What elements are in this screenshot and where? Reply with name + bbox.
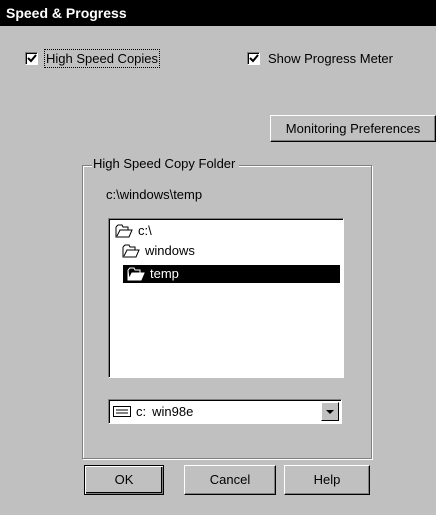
checkbox-box[interactable] [247, 52, 260, 65]
speed-progress-dialog: Speed & Progress High Speed Copies Show … [0, 0, 438, 515]
folder-item-windows[interactable]: windows [122, 242, 195, 260]
show-progress-meter-checkbox[interactable]: Show Progress Meter [247, 51, 393, 66]
folder-item-label: temp [150, 266, 179, 281]
checkmark-icon [249, 54, 259, 63]
folder-item-label: windows [145, 243, 195, 258]
open-folder-icon [127, 267, 145, 281]
group-title: High Speed Copy Folder [92, 156, 240, 171]
drive-select[interactable]: c: win98e [108, 399, 342, 424]
folder-item-root[interactable]: c:\ [115, 222, 152, 240]
checkbox-box[interactable] [25, 52, 38, 65]
open-folder-icon [115, 224, 133, 238]
folder-item-label: c:\ [138, 223, 152, 238]
current-folder-path: c:\windows\temp [106, 187, 203, 202]
folder-tree-list[interactable]: c:\ windows temp [108, 218, 344, 378]
help-button[interactable]: Help [284, 465, 370, 495]
drive-select-value: c: win98e [113, 404, 193, 419]
high-speed-copies-label: High Speed Copies [43, 49, 161, 68]
checkmark-icon [27, 54, 37, 63]
ok-button[interactable]: OK [84, 465, 164, 495]
drive-letter: c: [136, 404, 147, 419]
dropdown-button[interactable] [321, 402, 339, 421]
open-folder-icon [122, 244, 140, 258]
hard-drive-icon [113, 406, 131, 417]
cancel-button[interactable]: Cancel [184, 465, 276, 495]
monitoring-preferences-button[interactable]: Monitoring Preferences [270, 115, 436, 142]
high-speed-copies-checkbox[interactable]: High Speed Copies [25, 49, 161, 68]
show-progress-meter-label: Show Progress Meter [268, 51, 393, 66]
folder-item-temp[interactable]: temp [123, 265, 340, 283]
window-title: Speed & Progress [0, 0, 436, 26]
drive-name: win98e [152, 404, 194, 419]
chevron-down-icon [326, 410, 334, 414]
